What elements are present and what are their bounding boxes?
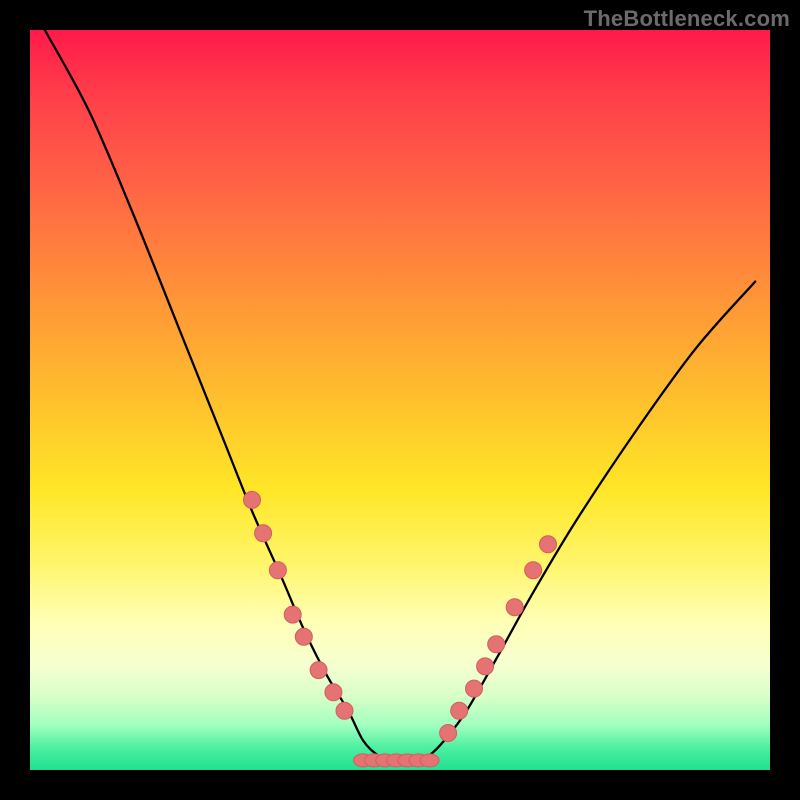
marker-dot bbox=[244, 491, 261, 508]
marker-dot bbox=[255, 525, 272, 542]
marker-dot bbox=[269, 562, 286, 579]
curve-svg bbox=[30, 30, 770, 770]
marker-cluster-bottom bbox=[354, 754, 440, 767]
marker-cluster-right bbox=[440, 536, 557, 742]
marker-dot bbox=[477, 658, 494, 675]
marker-dot bbox=[466, 680, 483, 697]
marker-dot bbox=[540, 536, 557, 553]
plot-area bbox=[30, 30, 770, 770]
marker-dot bbox=[295, 628, 312, 645]
marker-dot bbox=[506, 599, 523, 616]
marker-dot bbox=[488, 636, 505, 653]
marker-dot bbox=[284, 606, 301, 623]
watermark-text: TheBottleneck.com bbox=[584, 6, 790, 32]
marker-dot bbox=[336, 702, 353, 719]
marker-dot bbox=[325, 684, 342, 701]
marker-dot bbox=[310, 662, 327, 679]
chart-frame: TheBottleneck.com bbox=[0, 0, 800, 800]
marker-dot bbox=[440, 725, 457, 742]
bottleneck-curve bbox=[45, 30, 755, 764]
marker-dot bbox=[525, 562, 542, 579]
marker-dot bbox=[451, 702, 468, 719]
marker-cluster-left bbox=[244, 491, 354, 719]
marker-dot bbox=[420, 754, 439, 767]
